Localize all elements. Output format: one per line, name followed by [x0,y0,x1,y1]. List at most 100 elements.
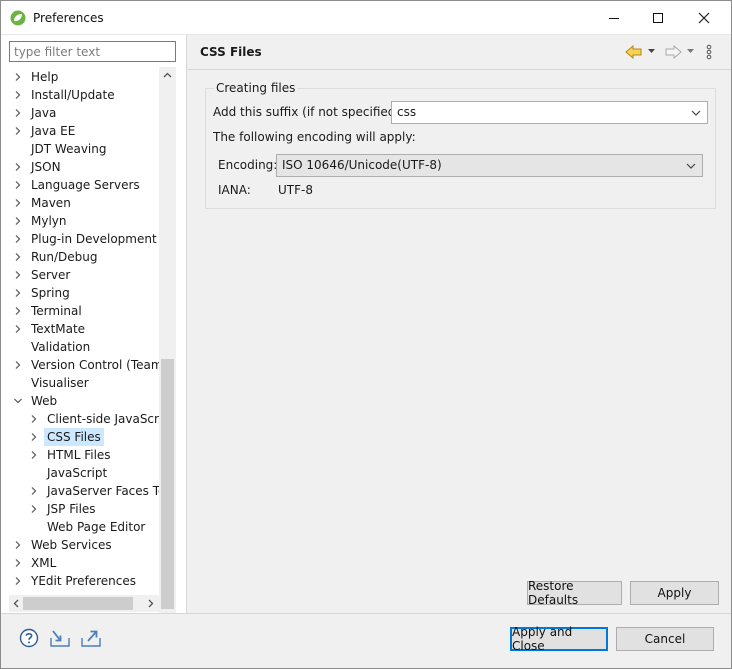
tree-item-label: TextMate [31,322,86,336]
chevron-right-icon[interactable] [29,486,39,496]
chevron-right-icon[interactable] [13,558,23,568]
chevron-right-icon[interactable] [13,252,23,262]
forward-arrow-icon[interactable] [664,44,682,60]
forward-dropdown-icon[interactable] [686,48,695,54]
chevron-down-icon[interactable] [13,396,23,406]
chevron-right-icon[interactable] [13,576,23,586]
tree-item[interactable]: TextMate [9,320,159,338]
chevron-right-icon[interactable] [29,450,39,460]
tree-vertical-scrollbar[interactable] [159,67,176,623]
tree-item-label: Plug-in Development [31,232,157,246]
tree-item[interactable]: Validation [9,338,159,356]
apply-and-close-label: Apply and Close [512,625,573,653]
tree-item[interactable]: Help [9,68,159,86]
tree-item-label: Run/Debug [31,250,98,264]
chevron-right-icon[interactable] [13,180,23,190]
tree-item-label: XML [31,556,57,570]
tree-item[interactable]: CSS Files [9,428,159,446]
suffix-combo[interactable]: css [391,101,708,124]
filter-input[interactable] [9,41,176,62]
group-legend: Creating files [214,81,298,95]
tree-item-label: Client-side JavaScript [47,412,159,426]
chevron-right-icon[interactable] [13,108,23,118]
back-arrow-icon[interactable] [625,44,643,60]
restore-defaults-button[interactable]: Restore Defaults [527,579,622,607]
tree-item[interactable]: Install/Update [9,86,159,104]
suffix-value: css [397,105,417,119]
chevron-right-icon[interactable] [13,324,23,334]
help-icon[interactable] [19,628,39,648]
tree-item[interactable]: Run/Debug [9,248,159,266]
apply-button[interactable]: Apply [630,581,719,605]
tree-item[interactable]: JavaScript [9,464,159,482]
tree-item[interactable]: Spring [9,284,159,302]
tree-item-label: JDT Weaving [31,142,107,156]
tree-horizontal-scrollbar[interactable] [9,595,159,612]
chevron-right-icon[interactable] [13,72,23,82]
tree-item[interactable]: Web Page Editor [9,518,159,536]
vertical-scroll-thumb[interactable] [161,359,174,609]
tree-item[interactable]: Maven [9,194,159,212]
close-icon [698,12,710,24]
tree-item[interactable]: JavaServer Faces Tools [9,482,159,500]
chevron-right-icon[interactable] [13,540,23,550]
cancel-button[interactable]: Cancel [616,627,714,651]
chevron-right-icon[interactable] [13,90,23,100]
suffix-label: Add this suffix (if not specified): [213,105,405,119]
tree-item[interactable]: Web [9,392,159,410]
tree-item[interactable]: Terminal [9,302,159,320]
close-button[interactable] [681,3,727,33]
minimize-button[interactable] [591,3,637,33]
tree-item[interactable]: Version Control (Team) [9,356,159,374]
tree-item[interactable]: Java [9,104,159,122]
tree-item[interactable]: JSP Files [9,500,159,518]
chevron-right-icon[interactable] [13,234,23,244]
encoding-combo[interactable]: ISO 10646/Unicode(UTF-8) [276,154,703,177]
chevron-right-icon[interactable] [13,360,23,370]
chevron-right-icon[interactable] [13,198,23,208]
chevron-right-icon[interactable] [13,162,23,172]
tree-item[interactable]: Server [9,266,159,284]
tree-item[interactable]: Mylyn [9,212,159,230]
tree-item[interactable]: HTML Files [9,446,159,464]
scroll-up-icon [163,72,172,78]
tree-item[interactable]: JSON [9,158,159,176]
tree-item[interactable]: YEdit Preferences [9,572,159,590]
chevron-right-icon[interactable] [13,126,23,136]
tree-item-label: Validation [31,340,91,354]
tree-item[interactable]: Visualiser [9,374,159,392]
tree-item[interactable]: Java EE [9,122,159,140]
restore-defaults-label: Restore Defaults [528,579,579,607]
preference-tree: Help Install/Update Java Java EE JDT Weaving… [9,67,159,625]
apply-and-close-button[interactable]: Apply and Close [510,625,608,653]
back-dropdown-icon[interactable] [647,48,656,54]
chevron-right-icon[interactable] [29,414,39,424]
maximize-icon [653,13,663,23]
export-icon[interactable] [80,628,102,648]
page-header: CSS Files [188,35,731,70]
scroll-right-icon [148,599,154,608]
tree-item-label: Web [31,394,58,408]
view-menu-icon[interactable] [706,44,712,60]
chevron-right-icon[interactable] [29,432,39,442]
tree-item-label: Spring [31,286,70,300]
chevron-right-icon[interactable] [13,216,23,226]
horizontal-scroll-thumb[interactable] [23,597,133,610]
scroll-left-icon [13,599,19,608]
chevron-right-icon[interactable] [13,270,23,280]
tree-item[interactable]: Plug-in Development [9,230,159,248]
chevron-right-icon[interactable] [29,504,39,514]
maximize-button[interactable] [635,3,681,33]
encoding-note: The following encoding will apply: [213,130,416,144]
chevron-right-icon[interactable] [13,288,23,298]
title-bar: Preferences [1,1,731,35]
tree-item[interactable]: Web Services [9,536,159,554]
chevron-right-icon[interactable] [13,306,23,316]
tree-item[interactable]: Language Servers [9,176,159,194]
spring-leaf-icon [10,10,26,26]
import-icon[interactable] [49,628,71,648]
tree-item[interactable]: XML [9,554,159,572]
tree-item[interactable]: Client-side JavaScript [9,410,159,428]
chevron-down-icon [691,110,701,116]
tree-item[interactable]: JDT Weaving [9,140,159,158]
